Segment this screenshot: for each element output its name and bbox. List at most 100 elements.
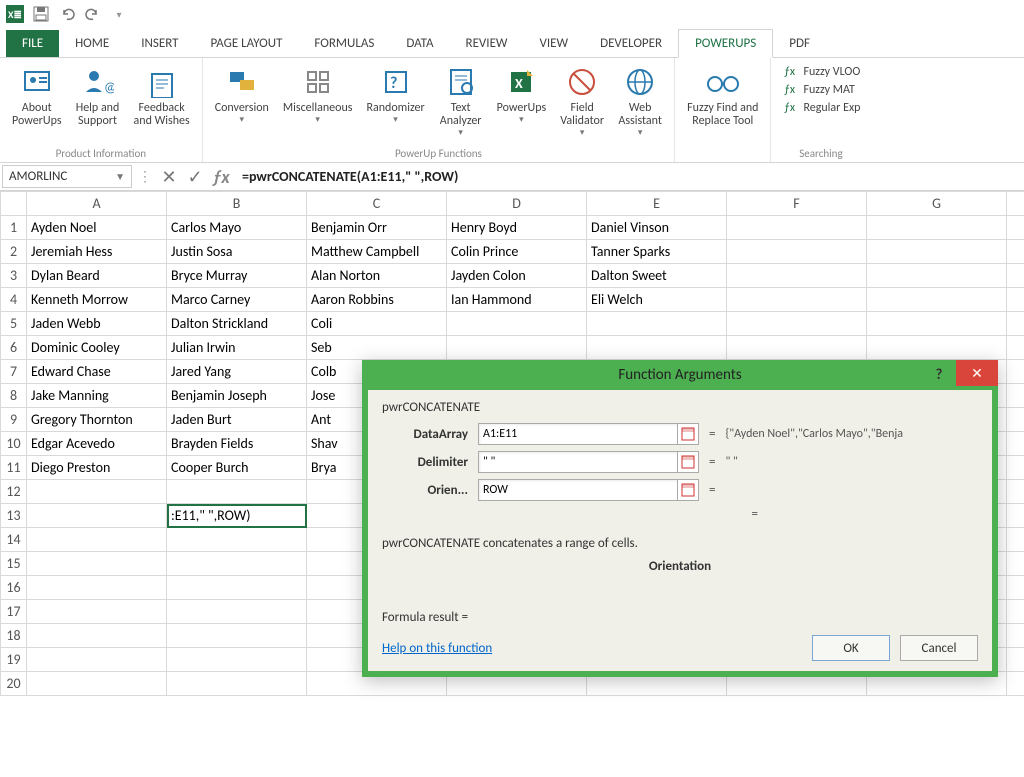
cell[interactable]: Cooper Burch (167, 456, 307, 480)
cell[interactable] (167, 624, 307, 648)
cancel-formula-icon[interactable]: ✕ (156, 163, 182, 190)
tab-formulas[interactable]: FORMULAS (298, 30, 390, 57)
cell[interactable] (1007, 648, 1024, 672)
column-header[interactable]: D (447, 192, 587, 216)
tab-insert[interactable]: INSERT (125, 30, 194, 57)
cell[interactable] (727, 288, 867, 312)
cell[interactable] (1007, 504, 1024, 528)
cell[interactable] (167, 480, 307, 504)
cell[interactable] (727, 312, 867, 336)
range-picker-icon[interactable] (677, 479, 699, 501)
cell[interactable] (1007, 336, 1024, 360)
column-header[interactable]: C (307, 192, 447, 216)
cell[interactable]: Colin Prince (447, 240, 587, 264)
cell[interactable] (1007, 408, 1024, 432)
cell[interactable]: Edward Chase (27, 360, 167, 384)
enter-formula-icon[interactable]: ✓ (182, 163, 208, 190)
tab-data[interactable]: DATA (390, 30, 449, 57)
column-header[interactable]: A (27, 192, 167, 216)
powerups-dropdown-button[interactable]: X PowerUps (491, 62, 553, 145)
cell[interactable] (167, 528, 307, 552)
cell[interactable] (867, 216, 1007, 240)
cell[interactable]: Ian Hammond (447, 288, 587, 312)
cell[interactable] (867, 240, 1007, 264)
row-header[interactable]: 8 (1, 384, 27, 408)
help-on-function-link[interactable]: Help on this function (382, 641, 492, 656)
row-header[interactable]: 20 (1, 672, 27, 696)
cancel-button[interactable]: Cancel (900, 635, 978, 661)
row-header[interactable]: 6 (1, 336, 27, 360)
cell[interactable] (1007, 216, 1024, 240)
cell[interactable] (27, 648, 167, 672)
cell[interactable] (27, 528, 167, 552)
row-header[interactable]: 19 (1, 648, 27, 672)
cell[interactable]: Gregory Thornton (27, 408, 167, 432)
cell[interactable] (1007, 576, 1024, 600)
cell[interactable] (1007, 312, 1024, 336)
tab-file[interactable]: FILE (6, 30, 59, 57)
cell[interactable]: Brayden Fields (167, 432, 307, 456)
row-header[interactable]: 12 (1, 480, 27, 504)
formula-input[interactable]: =pwrCONCATENATE(A1:E11," ",ROW) (234, 163, 1024, 190)
row-header[interactable]: 2 (1, 240, 27, 264)
cell[interactable] (867, 312, 1007, 336)
cell[interactable] (1007, 432, 1024, 456)
cell[interactable] (1007, 600, 1024, 624)
row-header[interactable]: 18 (1, 624, 27, 648)
cell[interactable]: Dalton Sweet (587, 264, 727, 288)
cell[interactable]: Matthew Campbell (307, 240, 447, 264)
tab-page-layout[interactable]: PAGE LAYOUT (195, 30, 299, 57)
row-header[interactable]: 4 (1, 288, 27, 312)
cell[interactable]: Henry Boyd (447, 216, 587, 240)
cell[interactable]: Benjamin Orr (307, 216, 447, 240)
dialog-help-icon[interactable]: ? (928, 364, 950, 386)
cell[interactable]: Eli Welch (587, 288, 727, 312)
cell[interactable]: Alan Norton (307, 264, 447, 288)
row-header[interactable]: 5 (1, 312, 27, 336)
cell[interactable] (1007, 456, 1024, 480)
row-header[interactable]: 15 (1, 552, 27, 576)
cell[interactable]: Dalton Strickland (167, 312, 307, 336)
cell[interactable] (1007, 624, 1024, 648)
cell[interactable] (27, 504, 167, 528)
tab-pdf[interactable]: PDF (773, 30, 826, 57)
feedback-button[interactable]: Feedback and Wishes (128, 62, 196, 145)
cell[interactable]: :E11," ",ROW) (167, 504, 307, 528)
cell[interactable]: Daniel Vinson (587, 216, 727, 240)
cell[interactable] (1007, 480, 1024, 504)
row-header[interactable]: 10 (1, 432, 27, 456)
chevron-down-icon[interactable]: ▼ (115, 170, 125, 183)
cell[interactable] (867, 264, 1007, 288)
cell[interactable]: Jaden Webb (27, 312, 167, 336)
about-powerups-button[interactable]: About PowerUps (6, 62, 68, 145)
cell[interactable]: Jaden Burt (167, 408, 307, 432)
row-header[interactable]: 17 (1, 600, 27, 624)
cell[interactable]: Jayden Colon (447, 264, 587, 288)
cell[interactable]: Coli (307, 312, 447, 336)
cell[interactable] (1007, 672, 1024, 696)
cell[interactable]: Tanner Sparks (587, 240, 727, 264)
cell[interactable] (167, 600, 307, 624)
qat-customize-icon[interactable]: ▾ (110, 5, 128, 23)
cell[interactable] (867, 336, 1007, 360)
name-box[interactable]: AMORLINC ▼ (2, 165, 132, 188)
cell[interactable]: Jake Manning (27, 384, 167, 408)
cell[interactable] (727, 336, 867, 360)
argument-input[interactable] (478, 451, 678, 473)
fuzzy-find-replace-button[interactable]: Fuzzy Find and Replace Tool (681, 62, 764, 158)
cell[interactable] (1007, 264, 1024, 288)
row-header[interactable]: 7 (1, 360, 27, 384)
argument-input[interactable] (478, 423, 678, 445)
cell[interactable]: Jeremiah Hess (27, 240, 167, 264)
row-header[interactable]: 1 (1, 216, 27, 240)
row-header[interactable]: 3 (1, 264, 27, 288)
field-validator-button[interactable]: Field Validator (554, 62, 610, 145)
cell[interactable] (587, 312, 727, 336)
tab-developer[interactable]: DEVELOPER (584, 30, 678, 57)
cell[interactable] (727, 264, 867, 288)
cell[interactable] (167, 672, 307, 696)
cell[interactable] (1007, 240, 1024, 264)
range-picker-icon[interactable] (677, 423, 699, 445)
cell[interactable]: Seb (307, 336, 447, 360)
regular-exp-button[interactable]: ƒx Regular Exp (781, 100, 860, 116)
